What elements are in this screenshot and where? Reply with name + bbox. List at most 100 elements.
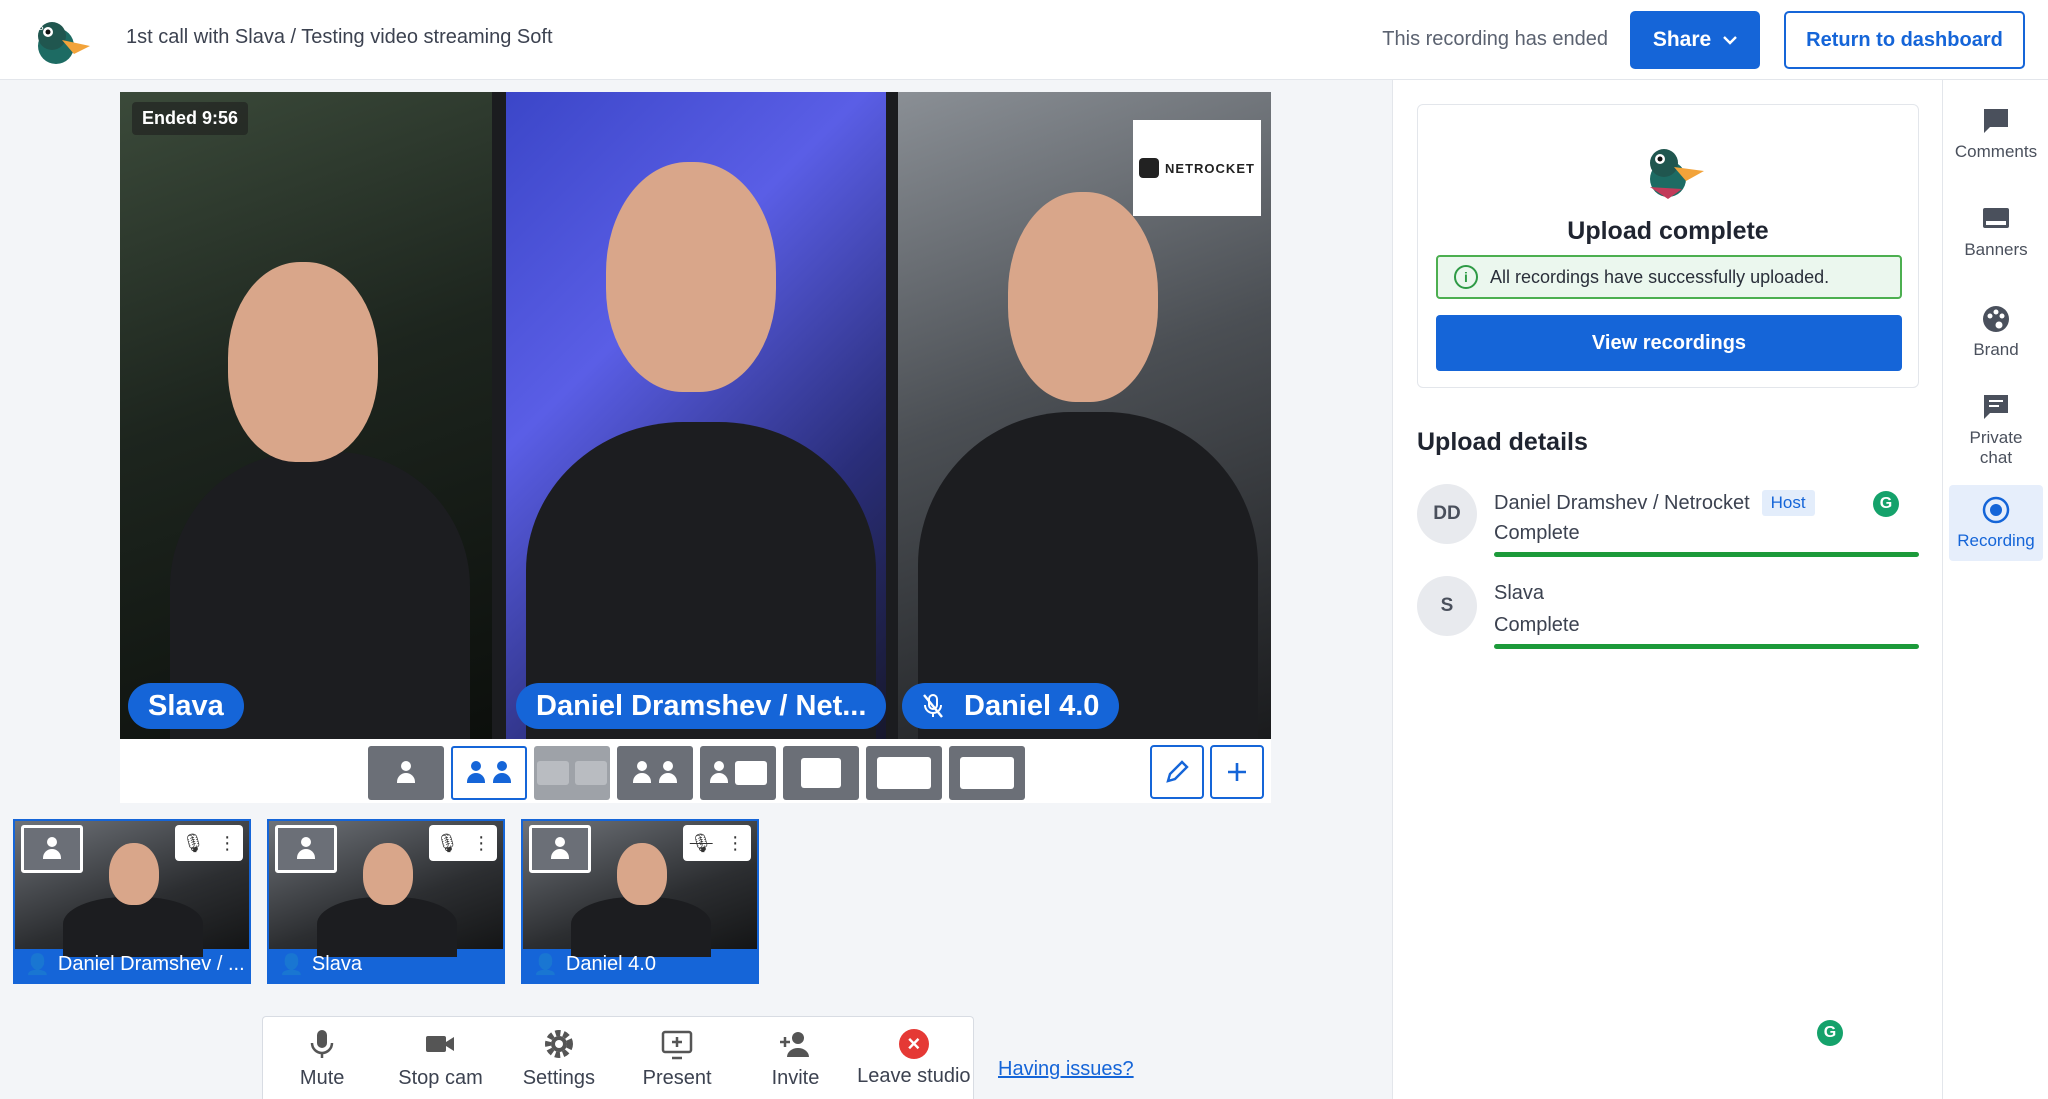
plus-icon: [1228, 763, 1246, 781]
mute-button[interactable]: Mute: [263, 1017, 381, 1099]
present-button[interactable]: Present: [618, 1017, 736, 1099]
rail-label: Banners: [1964, 240, 2028, 259]
add-to-stage-button[interactable]: [21, 825, 83, 873]
participant-name-text: Daniel Dramshev / Netrocket: [1494, 491, 1750, 514]
participant-thumbnail[interactable]: 🎙 ⋮ 👤 Daniel 4.0: [521, 819, 759, 984]
duck-logo-icon: [1650, 149, 1704, 199]
more-vertical-icon[interactable]: ⋮: [218, 833, 236, 854]
stage-tile-daniel: Daniel Dramshev / Net...: [506, 92, 886, 739]
thumbnail-name: 👤 Daniel 4.0: [523, 947, 757, 982]
control-label: Stop cam: [398, 1066, 483, 1089]
share-button[interactable]: Share: [1630, 11, 1760, 69]
gear-icon: [544, 1029, 573, 1058]
person-icon: [41, 837, 63, 861]
control-label: Leave studio: [857, 1064, 971, 1087]
rail-label: Recording: [1957, 531, 2035, 550]
recording-status: This recording has ended: [1382, 28, 1608, 50]
participant-thumbnail[interactable]: 🎙 ⋮ 👤 Slava: [267, 819, 505, 984]
chevron-down-icon: [1723, 36, 1738, 45]
layout-sidebar-screen-button[interactable]: [783, 746, 859, 800]
person-small-icon: 👤: [279, 954, 304, 976]
mic-off-icon[interactable]: 🎙: [690, 833, 713, 854]
rail-label: Comments: [1954, 142, 2038, 161]
rail-item-banners[interactable]: Banners: [1949, 194, 2043, 270]
mic-off-icon: [923, 694, 943, 718]
rail-item-recording[interactable]: Recording: [1949, 485, 2043, 561]
participant-head: [1008, 192, 1158, 402]
brand-text: NETROCKET: [1165, 160, 1255, 176]
layout-pip-button[interactable]: [866, 746, 942, 800]
thumbnail-name: 👤 Daniel Dramshev / ...: [15, 947, 249, 982]
present-icon: [661, 1030, 693, 1059]
rail-item-comments[interactable]: Comments: [1949, 96, 2043, 172]
upload-complete-title: Upload complete: [1567, 217, 1769, 245]
upload-complete-card: Upload complete i All recordings have su…: [1417, 104, 1919, 388]
studio-controls: Mute Stop cam Settings Present Invite × …: [262, 1016, 974, 1099]
settings-button[interactable]: Settings: [500, 1017, 618, 1099]
add-to-stage-button[interactable]: [275, 825, 337, 873]
info-icon: i: [1454, 265, 1478, 289]
layout-group-button[interactable]: [534, 746, 610, 800]
participant-name: Slava: [1494, 582, 1544, 605]
stop-cam-button[interactable]: Stop cam: [381, 1017, 499, 1099]
stage-preview: Slava Daniel Dramshev / Net... NETROCKET…: [120, 92, 1271, 739]
mic-icon: [310, 1029, 334, 1058]
stage-name-label: Daniel 4.0: [902, 683, 1120, 729]
rail-item-private-chat[interactable]: Private chat: [1949, 382, 2043, 478]
thumbnail-controls: 🎙 ⋮: [175, 825, 243, 861]
duck-logo-icon[interactable]: S: [30, 12, 94, 68]
layout-solo-button[interactable]: [368, 746, 444, 800]
layout-toolbar: [120, 739, 1271, 803]
more-vertical-icon[interactable]: ⋮: [472, 833, 490, 854]
mic-icon[interactable]: 🎙: [182, 833, 205, 854]
camera-icon: [426, 1035, 455, 1052]
screen-icon: [960, 757, 1014, 789]
control-label: Present: [642, 1066, 712, 1089]
layout-fullscreen-button[interactable]: [949, 746, 1025, 800]
view-recordings-button[interactable]: View recordings: [1436, 315, 1902, 371]
participant-thumbnail[interactable]: 🎙 ⋮ 👤 Daniel Dramshev / ...: [13, 819, 251, 984]
grammarly-icon[interactable]: G: [1873, 491, 1899, 517]
rail-label: Brand: [1973, 340, 2019, 359]
person-icon: [549, 837, 571, 861]
thumbnail-controls: 🎙 ⋮: [429, 825, 497, 861]
person-icon: [295, 837, 317, 861]
comment-icon: [1984, 109, 2008, 133]
side-rail: Comments Banners Brand Private chat Reco…: [1942, 80, 2048, 1099]
avatar: DD: [1417, 484, 1477, 544]
participant-head: [606, 162, 776, 392]
return-to-dashboard-button[interactable]: Return to dashboard: [1784, 11, 2025, 69]
ended-badge: Ended 9:56: [132, 102, 249, 135]
person-icon: [466, 761, 486, 785]
chat-icon: [1984, 395, 2008, 419]
layout-leader-button[interactable]: [617, 746, 693, 800]
having-issues-link[interactable]: Having issues?: [998, 1058, 1134, 1081]
invite-button[interactable]: Invite: [736, 1017, 854, 1099]
more-vertical-icon[interactable]: ⋮: [726, 833, 744, 854]
person-small-icon: 👤: [533, 954, 558, 976]
rail-item-brand[interactable]: Brand: [1949, 294, 2043, 370]
host-badge: Host: [1761, 490, 1815, 516]
participant-name: Daniel Dramshev / Netrocket Host: [1494, 490, 1815, 516]
name-text: Slava: [148, 689, 224, 722]
thumbnail-name: 👤 Slava: [269, 947, 503, 982]
mic-icon[interactable]: 🎙: [436, 833, 459, 854]
stage-tile-daniel-4: NETROCKET Daniel 4.0: [898, 92, 1271, 739]
layout-person-screen-button[interactable]: [700, 746, 776, 800]
add-layout-button[interactable]: [1210, 745, 1264, 799]
control-label: Settings: [522, 1066, 595, 1089]
add-to-stage-button[interactable]: [529, 825, 591, 873]
leave-studio-button[interactable]: × Leave studio: [855, 1017, 973, 1099]
pencil-icon: [1166, 760, 1189, 783]
edit-layout-button[interactable]: [1150, 745, 1204, 799]
upload-row: DD Daniel Dramshev / Netrocket Host Comp…: [1417, 482, 1919, 562]
upload-progress-bar: [1494, 644, 1919, 649]
participant-name-text: Slava: [1494, 582, 1545, 604]
layout-split-button[interactable]: [451, 746, 527, 800]
grammarly-icon[interactable]: G: [1817, 1020, 1843, 1046]
screen-icon: [801, 758, 841, 788]
add-person-icon: [780, 1031, 810, 1057]
success-message: All recordings have successfully uploade…: [1490, 266, 1830, 287]
person-icon: [632, 761, 652, 785]
upload-details-title: Upload details: [1417, 428, 1588, 456]
